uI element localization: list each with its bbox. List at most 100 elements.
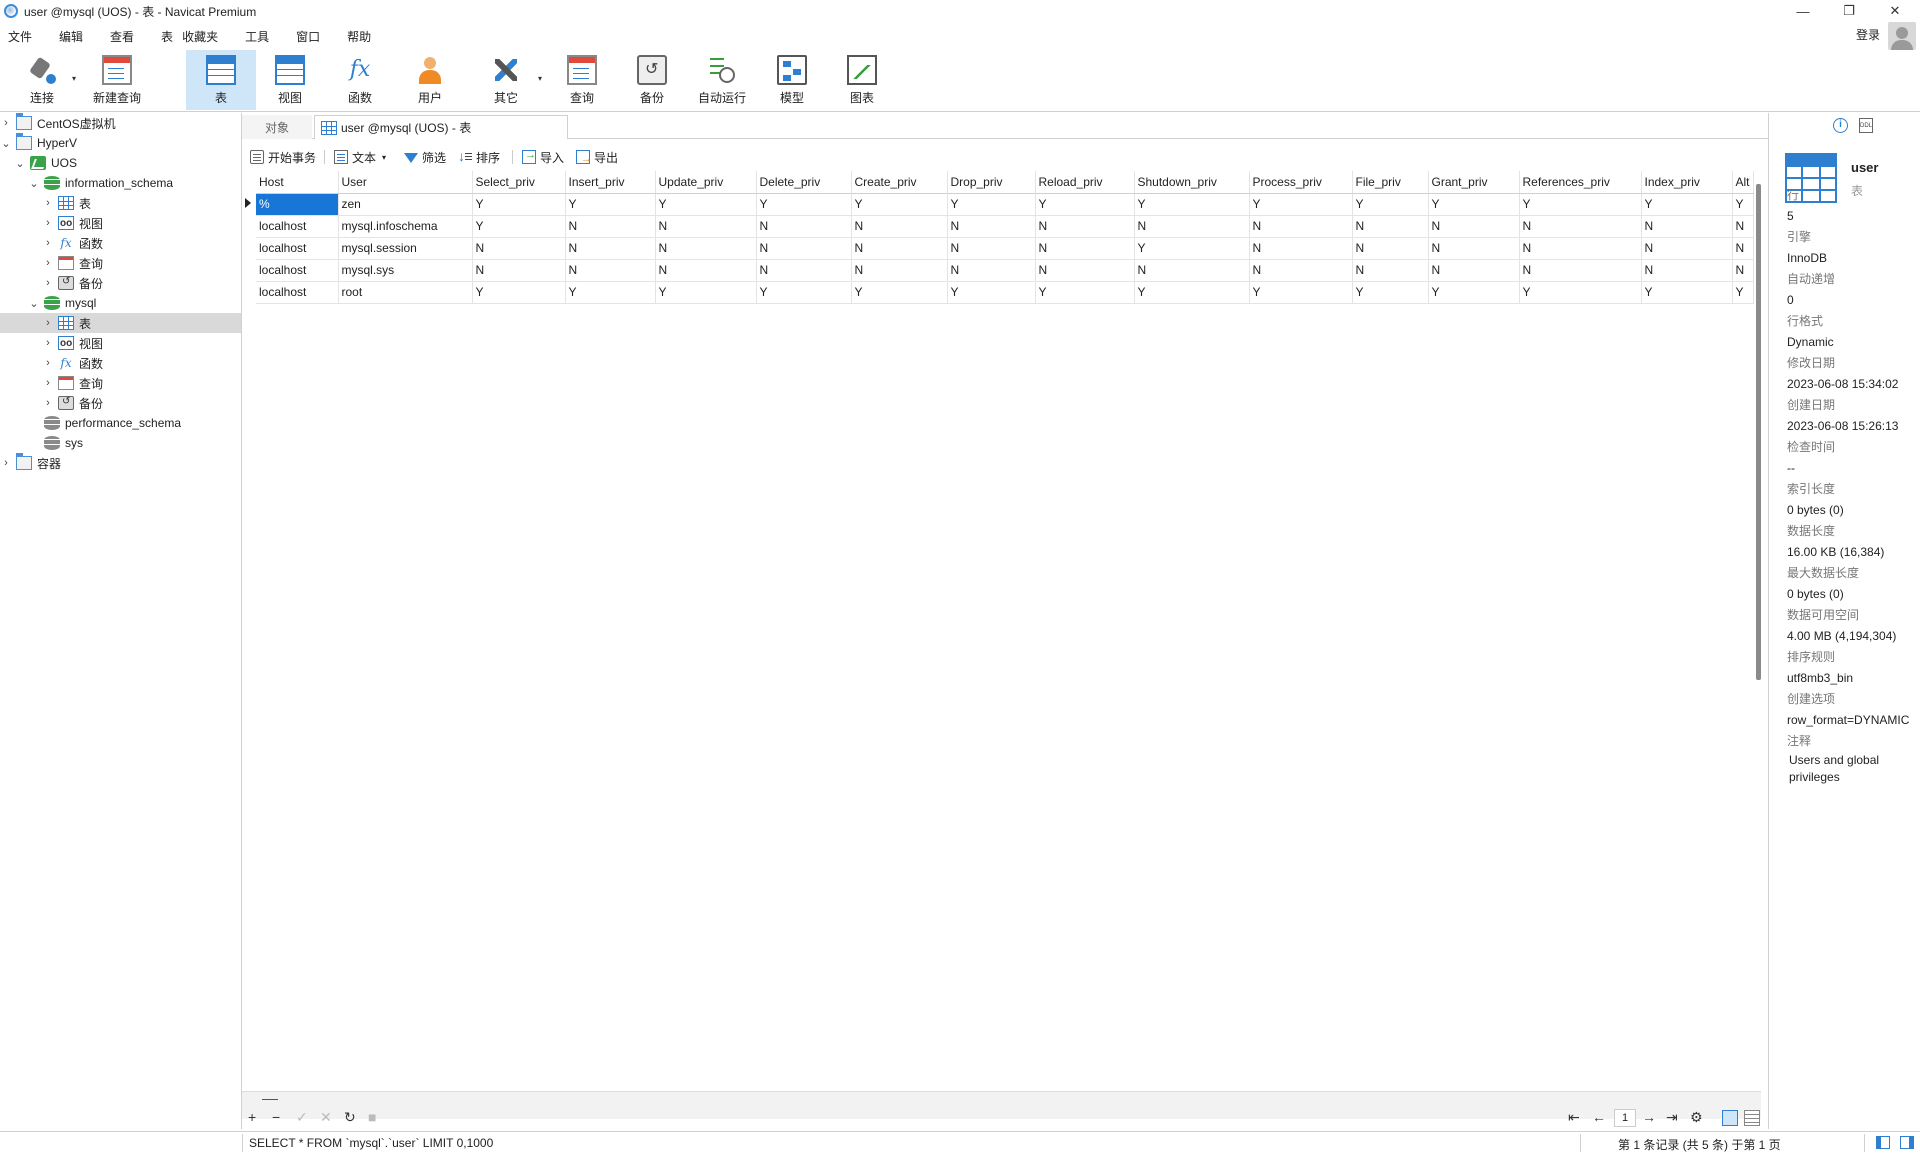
grid-cell[interactable]: N <box>1249 259 1353 282</box>
tree-node-mysql-backups[interactable]: › 备份 <box>0 393 241 413</box>
grid-cell[interactable]: N <box>655 215 757 238</box>
grid-cell[interactable]: Y <box>472 193 566 216</box>
expand-arrow-icon[interactable]: › <box>0 117 12 129</box>
tree-node-is-queries[interactable]: › 查询 <box>0 253 241 273</box>
collapse-arrow-icon[interactable]: ⌄ <box>28 177 40 190</box>
refresh-button[interactable]: ↻ <box>344 1109 356 1126</box>
grid-settings-icon[interactable]: ⚙ <box>1690 1109 1703 1126</box>
splitter-handle[interactable] <box>262 1099 278 1100</box>
menu-edit[interactable]: 编辑 <box>41 28 92 45</box>
column-header-index_priv[interactable]: Index_priv <box>1641 171 1733 194</box>
first-page-button[interactable]: ⇤ <box>1568 1109 1580 1126</box>
tree-node-sys[interactable]: sys <box>0 433 241 453</box>
tree-node-performance-schema[interactable]: performance_schema <box>0 413 241 433</box>
grid-cell[interactable]: Y <box>947 193 1036 216</box>
tree-node-is-tables[interactable]: › 表 <box>0 193 241 213</box>
grid-cell[interactable]: N <box>1732 259 1754 282</box>
connect-dropdown-icon[interactable]: ▾ <box>72 74 76 83</box>
grid-cell[interactable]: N <box>1519 259 1642 282</box>
user-avatar-icon[interactable] <box>1888 22 1916 50</box>
menu-help[interactable]: 帮助 <box>329 28 380 45</box>
view-tool-button[interactable]: 视图 <box>262 50 318 110</box>
last-page-button[interactable]: ⇥ <box>1666 1109 1678 1126</box>
grid-cell[interactable]: N <box>1428 237 1520 260</box>
collapse-arrow-icon[interactable]: ⌄ <box>0 137 12 150</box>
expand-arrow-icon[interactable]: › <box>42 337 54 349</box>
grid-vertical-scrollbar[interactable] <box>1756 184 1761 680</box>
tree-node-hyperv[interactable]: ⌄ HyperV <box>0 133 241 153</box>
menu-window[interactable]: 窗口 <box>278 28 329 45</box>
grid-cell[interactable]: N <box>1352 215 1429 238</box>
filter-button[interactable]: 筛选 <box>404 149 446 166</box>
chart-tool-button[interactable]: 图表 <box>834 50 890 110</box>
grid-cell[interactable]: N <box>565 237 656 260</box>
previous-page-button[interactable]: ← <box>1592 1109 1606 1125</box>
tree-node-container[interactable]: › 容器 <box>0 453 241 473</box>
grid-cell[interactable]: N <box>472 237 566 260</box>
grid-cell[interactable]: Y <box>655 281 757 304</box>
table-row[interactable]: localhost root Y Y Y Y Y Y Y Y Y Y Y Y Y Y <box>256 281 1754 304</box>
tree-node-centos[interactable]: › CentOS虚拟机 <box>0 113 241 133</box>
minimize-button[interactable]: — <box>1780 0 1826 22</box>
expand-arrow-icon[interactable]: › <box>42 237 54 249</box>
toggle-left-panel-icon[interactable] <box>1876 1136 1890 1149</box>
expand-arrow-icon[interactable]: › <box>42 397 54 409</box>
tree-node-mysql[interactable]: ⌄ mysql <box>0 293 241 313</box>
grid-cell[interactable]: Y <box>1352 193 1429 216</box>
grid-cell[interactable]: N <box>851 215 948 238</box>
grid-cell[interactable]: N <box>947 215 1036 238</box>
grid-cell[interactable]: Y <box>655 193 757 216</box>
grid-cell[interactable]: N <box>565 215 656 238</box>
column-header-grant_priv[interactable]: Grant_priv <box>1428 171 1520 194</box>
grid-cell[interactable]: Y <box>756 193 852 216</box>
grid-cell[interactable]: Y <box>1732 281 1754 304</box>
table-row[interactable]: localhost mysql.infoschema Y N N N N N N N N N N N N N <box>256 215 1754 238</box>
column-header-user[interactable]: User <box>338 171 473 194</box>
grid-cell[interactable]: N <box>1641 215 1733 238</box>
backup-tool-button[interactable]: 备份 <box>624 50 680 110</box>
menu-favorites[interactable]: 收藏夹 <box>182 28 227 45</box>
tree-node-mysql-queries[interactable]: › 查询 <box>0 373 241 393</box>
menu-table[interactable]: 表 <box>143 28 182 45</box>
grid-cell[interactable]: Y <box>1519 281 1642 304</box>
grid-cell[interactable]: N <box>851 259 948 282</box>
user-tool-button[interactable]: 用户 <box>402 50 458 110</box>
grid-cell[interactable]: localhost <box>256 259 339 282</box>
grid-cell[interactable]: N <box>472 259 566 282</box>
function-tool-button[interactable]: fx 函数 <box>332 50 388 110</box>
grid-cell[interactable]: Y <box>1134 237 1250 260</box>
tree-node-information-schema[interactable]: ⌄ information_schema <box>0 173 241 193</box>
query-tool-button[interactable]: 查询 <box>554 50 610 110</box>
grid-view-toggle-button[interactable] <box>1722 1110 1738 1126</box>
column-header-alt[interactable]: Alt <box>1732 171 1754 194</box>
expand-arrow-icon[interactable]: › <box>42 257 54 269</box>
grid-cell[interactable]: localhost <box>256 215 339 238</box>
column-header-references_priv[interactable]: References_priv <box>1519 171 1642 194</box>
grid-cell[interactable]: N <box>1732 237 1754 260</box>
export-button[interactable]: 导出 <box>576 149 618 166</box>
expand-arrow-icon[interactable]: › <box>42 317 54 329</box>
menu-view[interactable]: 查看 <box>92 28 143 45</box>
grid-cell[interactable]: Y <box>1641 281 1733 304</box>
grid-cell[interactable]: N <box>1352 259 1429 282</box>
close-button[interactable]: ✕ <box>1872 0 1918 22</box>
expand-arrow-icon[interactable]: › <box>42 357 54 369</box>
toggle-right-panel-icon[interactable] <box>1900 1136 1914 1149</box>
discard-changes-button[interactable]: ✕ <box>320 1109 332 1126</box>
grid-cell[interactable]: Y <box>1641 193 1733 216</box>
grid-cell[interactable]: N <box>851 237 948 260</box>
ddl-icon[interactable]: DDL <box>1859 118 1873 133</box>
expand-arrow-icon[interactable]: › <box>0 457 12 469</box>
grid-cell[interactable]: N <box>1641 237 1733 260</box>
other-tool-button[interactable]: 其它 <box>478 50 534 110</box>
grid-cell[interactable]: N <box>1249 237 1353 260</box>
grid-cell[interactable]: N <box>756 237 852 260</box>
connect-button[interactable]: 连接 <box>20 50 64 110</box>
grid-cell[interactable]: Y <box>1519 193 1642 216</box>
tree-node-is-backups[interactable]: › 备份 <box>0 273 241 293</box>
grid-cell[interactable]: Y <box>565 281 656 304</box>
next-page-button[interactable]: → <box>1642 1109 1656 1125</box>
column-header-insert_priv[interactable]: Insert_priv <box>565 171 656 194</box>
table-tool-button[interactable]: 表 <box>186 50 256 110</box>
grid-cell[interactable]: root <box>338 281 473 304</box>
